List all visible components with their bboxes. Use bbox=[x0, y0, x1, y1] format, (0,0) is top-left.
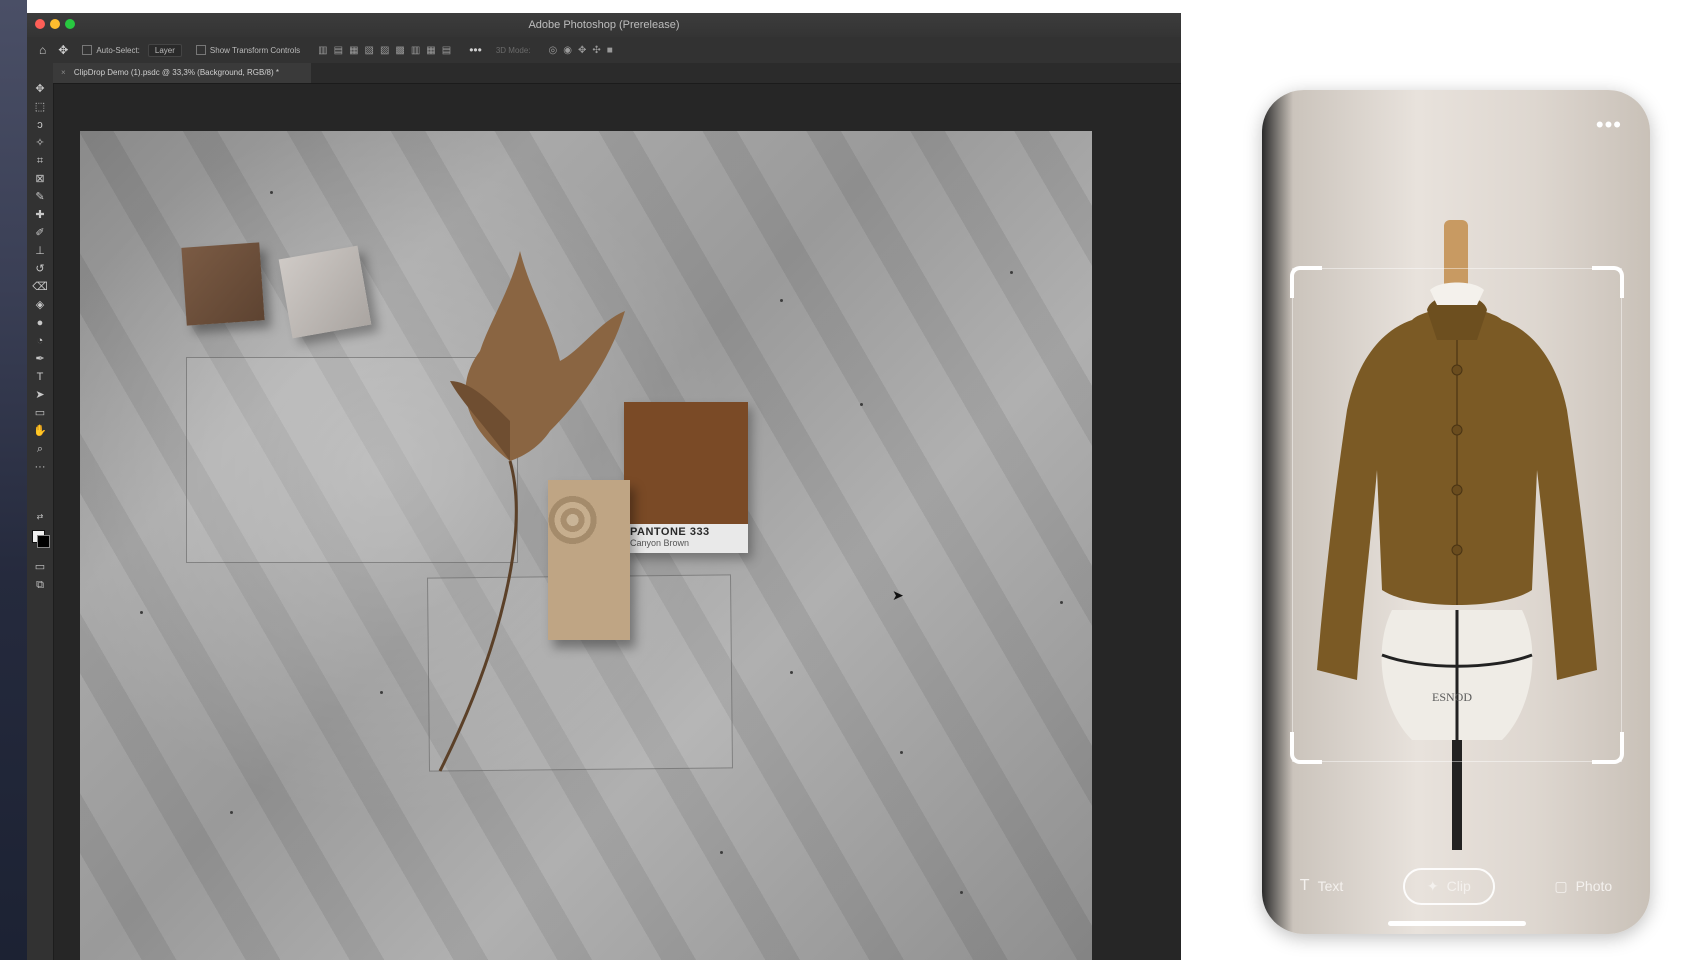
canvas-speck bbox=[1010, 271, 1013, 274]
canvas-speck bbox=[1060, 601, 1063, 604]
photoshop-window: Adobe Photoshop (Prerelease) ⌂ ✥ Auto-Se… bbox=[27, 13, 1181, 960]
history-brush-tool-icon[interactable]: ↺ bbox=[32, 261, 48, 277]
frame-tool-icon[interactable]: ⊠ bbox=[32, 171, 48, 187]
nav-clip-label: Clip bbox=[1446, 878, 1471, 894]
crop-corner-top-right bbox=[1592, 266, 1624, 298]
transform-controls-checkbox[interactable] bbox=[195, 45, 206, 55]
shape-tool-icon[interactable]: ▭ bbox=[32, 405, 48, 421]
3d-mode-icons[interactable]: ◎◉✥✣■ bbox=[549, 45, 619, 56]
document-canvas[interactable]: PANTONE 333 Canyon Brown ➤ bbox=[80, 131, 1092, 960]
pantone-card: PANTONE 333 Canyon Brown bbox=[624, 402, 748, 553]
canvas-speck bbox=[270, 191, 273, 194]
home-icon[interactable]: ⌂ bbox=[39, 43, 46, 57]
pantone-color-swatch bbox=[624, 402, 748, 524]
healing-tool-icon[interactable]: ✚ bbox=[32, 207, 48, 223]
dodge-tool-icon[interactable]: ◔ bbox=[32, 333, 48, 349]
pen-tool-icon[interactable]: ✒ bbox=[32, 351, 48, 367]
bucket-tool-icon[interactable]: ◈ bbox=[32, 297, 48, 313]
quick-mask-icon[interactable]: ▭ bbox=[32, 559, 48, 575]
title-bar: Adobe Photoshop (Prerelease) bbox=[27, 13, 1181, 37]
stamp-tool-icon[interactable]: ⊥ bbox=[32, 243, 48, 259]
crop-corner-bottom-right bbox=[1592, 732, 1624, 764]
crop-corner-top-left bbox=[1290, 266, 1322, 298]
photo-icon: ▢ bbox=[1554, 877, 1568, 894]
more-options-icon[interactable]: ••• bbox=[469, 43, 482, 57]
align-icons[interactable]: ▥▤▦▧▨▩▥▦▤ bbox=[318, 45, 457, 56]
canvas-speck bbox=[230, 811, 233, 814]
window-title: Adobe Photoshop (Prerelease) bbox=[528, 19, 680, 31]
eraser-tool-icon[interactable]: ⌫ bbox=[32, 279, 48, 295]
options-bar: ⌂ ✥ Auto-Select: Layer Show Transform Co… bbox=[27, 37, 1181, 64]
grey-swatch-square bbox=[278, 245, 372, 339]
hand-tool-icon[interactable]: ✋ bbox=[32, 423, 48, 439]
desktop-background bbox=[0, 0, 27, 960]
magic-wand-tool-icon[interactable]: ✧ bbox=[32, 135, 48, 151]
zoom-window-button[interactable] bbox=[65, 19, 75, 29]
canvas-speck bbox=[900, 751, 903, 754]
path-select-tool-icon[interactable]: ➤ bbox=[32, 387, 48, 403]
phone-mode-nav: T Text ✦ Clip ▢ Photo bbox=[1262, 838, 1650, 934]
screen-mode-icon[interactable]: ⧉ bbox=[32, 577, 48, 593]
auto-select-checkbox[interactable] bbox=[82, 45, 93, 55]
canvas-speck bbox=[780, 299, 783, 302]
brush-tool-icon[interactable]: ✐ bbox=[32, 225, 48, 241]
brown-swatch-square bbox=[181, 242, 265, 326]
text-icon: T bbox=[1299, 877, 1310, 894]
auto-select-label: Auto-Select: bbox=[96, 45, 140, 55]
marquee-tool-icon[interactable]: ⬚ bbox=[32, 99, 48, 115]
pantone-subtitle: Canyon Brown bbox=[630, 538, 690, 548]
move-options-icon[interactable]: ✥ bbox=[58, 43, 68, 57]
canvas-speck bbox=[380, 691, 383, 694]
clip-detection-frame bbox=[1292, 268, 1622, 762]
close-window-button[interactable] bbox=[35, 19, 45, 29]
canvas-speck bbox=[140, 611, 143, 614]
canvas-speck bbox=[790, 671, 793, 674]
crop-tool-icon[interactable]: ⌗ bbox=[32, 153, 48, 169]
move-tool-icon[interactable]: ✥ bbox=[32, 81, 48, 97]
nav-photo-label: Photo bbox=[1575, 878, 1613, 894]
transform-controls-label: Show Transform Controls bbox=[209, 45, 301, 55]
swap-colors-icon[interactable]: ⇄ bbox=[32, 509, 48, 525]
document-tab-bar: × ClipDrop Demo (1).psdc @ 33,3% (Backgr… bbox=[53, 63, 1181, 84]
background-color-swatch[interactable] bbox=[37, 535, 50, 548]
close-tab-icon[interactable]: × bbox=[61, 68, 66, 77]
more-tools-icon[interactable]: ··· bbox=[32, 459, 48, 475]
canvas-speck bbox=[960, 891, 963, 894]
zoom-tool-icon[interactable]: ⌕ bbox=[32, 441, 48, 457]
phone-screen: ••• ESNOD T Text ✦ Clip ▢ Photo bbox=[1262, 90, 1650, 934]
document-tab[interactable]: × ClipDrop Demo (1).psdc @ 33,3% (Backgr… bbox=[53, 63, 311, 83]
type-tool-icon[interactable]: T bbox=[32, 369, 48, 385]
lasso-tool-icon[interactable]: ↄ bbox=[32, 117, 48, 133]
document-tab-label: ClipDrop Demo (1).psdc @ 33,3% (Backgrou… bbox=[73, 68, 279, 77]
mouse-cursor-icon: ➤ bbox=[892, 587, 904, 603]
nav-clip-button[interactable]: ✦ Clip bbox=[1402, 867, 1495, 905]
crop-corner-bottom-left bbox=[1290, 732, 1322, 764]
canvas-speck bbox=[860, 403, 863, 406]
layer-select[interactable]: Layer bbox=[147, 43, 182, 57]
pantone-name: PANTONE 333 bbox=[630, 526, 710, 538]
nav-photo-button[interactable]: ▢ Photo bbox=[1538, 870, 1628, 903]
canvas-speck bbox=[720, 851, 723, 854]
home-indicator[interactable] bbox=[1388, 921, 1526, 926]
eyedropper-tool-icon[interactable]: ✎ bbox=[32, 189, 48, 205]
blur-tool-icon[interactable]: ● bbox=[32, 315, 48, 331]
magic-wand-icon: ✦ bbox=[1426, 877, 1439, 894]
nav-text-button[interactable]: T Text bbox=[1284, 869, 1359, 903]
tools-panel: ✥ ⬚ ↄ ✧ ⌗ ⊠ ✎ ✚ ✐ ⊥ ↺ ⌫ ◈ ● ◔ ✒ T ➤ ▭ ✋ … bbox=[27, 63, 54, 960]
3d-mode-label: 3D Mode: bbox=[495, 45, 531, 55]
nav-text-label: Text bbox=[1317, 878, 1344, 894]
wood-sample-block bbox=[548, 480, 630, 640]
minimize-window-button[interactable] bbox=[50, 19, 60, 29]
